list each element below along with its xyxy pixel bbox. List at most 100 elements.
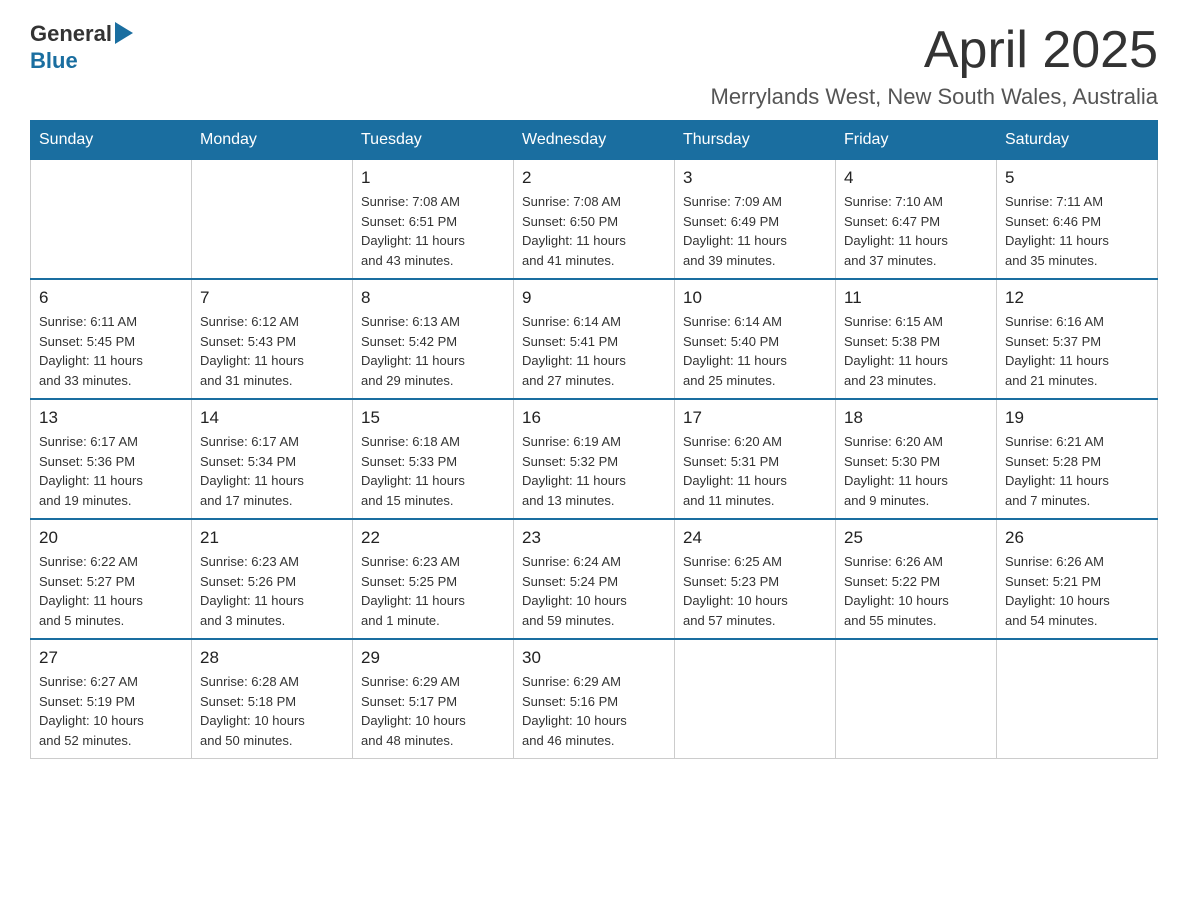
day-info: Sunrise: 7:08 AM Sunset: 6:50 PM Dayligh… — [522, 192, 666, 270]
day-info: Sunrise: 6:20 AM Sunset: 5:30 PM Dayligh… — [844, 432, 988, 510]
calendar-cell: 17 Sunrise: 6:20 AM Sunset: 5:31 PM Dayli… — [675, 399, 836, 519]
header-sunday: Sunday — [31, 121, 192, 160]
calendar-week-row: 20Sunrise: 6:22 AM Sunset: 5:27 PM Dayli… — [31, 519, 1158, 639]
calendar-cell: 1 Sunrise: 7:08 AM Sunset: 6:51 PM Daylig… — [353, 160, 514, 280]
day-info: Sunrise: 6:11 AM Sunset: 5:45 PM Dayligh… — [39, 312, 183, 390]
calendar-cell: 14 Sunrise: 6:17 AM Sunset: 5:34 PM Dayli… — [192, 399, 353, 519]
day-info: Sunrise: 6:25 AM Sunset: 5:23 PM Dayligh… — [683, 552, 827, 630]
calendar-cell: 22 Sunrise: 6:23 AM Sunset: 5:25 PM Dayli… — [353, 519, 514, 639]
day-number: 29 — [361, 648, 505, 668]
calendar-week-row: 13 Sunrise: 6:17 AM Sunset: 5:36 PM Dayli… — [31, 399, 1158, 519]
calendar-cell: 7 Sunrise: 6:12 AM Sunset: 5:43 PM Daylig… — [192, 279, 353, 399]
day-info: Sunrise: 6:26 AM Sunset: 5:21 PM Dayligh… — [1005, 552, 1149, 630]
calendar-week-row: 27 Sunrise: 6:27 AM Sunset: 5:19 PM Dayli… — [31, 639, 1158, 759]
day-info: Sunrise: 6:14 AM Sunset: 5:40 PM Dayligh… — [683, 312, 827, 390]
header-friday: Friday — [836, 121, 997, 160]
day-number: 25 — [844, 528, 988, 548]
day-number: 14 — [200, 408, 344, 428]
calendar-cell — [192, 160, 353, 280]
header-tuesday: Tuesday — [353, 121, 514, 160]
day-number: 24 — [683, 528, 827, 548]
logo-general: General — [30, 22, 112, 46]
day-number: 3 — [683, 168, 827, 188]
calendar-cell: 29 Sunrise: 6:29 AM Sunset: 5:17 PM Dayli… — [353, 639, 514, 759]
day-number: 12 — [1005, 288, 1149, 308]
day-info: Sunrise: 6:19 AM Sunset: 5:32 PM Dayligh… — [522, 432, 666, 510]
day-info: Sunrise: 6:17 AM Sunset: 5:34 PM Dayligh… — [200, 432, 344, 510]
calendar-cell: 12Sunrise: 6:16 AM Sunset: 5:37 PM Dayli… — [997, 279, 1158, 399]
day-info: Sunrise: 6:29 AM Sunset: 5:17 PM Dayligh… — [361, 672, 505, 750]
day-number: 16 — [522, 408, 666, 428]
calendar-cell — [31, 160, 192, 280]
calendar-cell: 13 Sunrise: 6:17 AM Sunset: 5:36 PM Dayli… — [31, 399, 192, 519]
calendar-header-row: SundayMondayTuesdayWednesdayThursdayFrid… — [31, 121, 1158, 160]
header: General Blue April 2025 Merrylands West,… — [30, 20, 1158, 110]
day-number: 9 — [522, 288, 666, 308]
calendar-cell: 20Sunrise: 6:22 AM Sunset: 5:27 PM Dayli… — [31, 519, 192, 639]
day-info: Sunrise: 6:21 AM Sunset: 5:28 PM Dayligh… — [1005, 432, 1149, 510]
day-info: Sunrise: 6:13 AM Sunset: 5:42 PM Dayligh… — [361, 312, 505, 390]
day-number: 23 — [522, 528, 666, 548]
day-info: Sunrise: 7:10 AM Sunset: 6:47 PM Dayligh… — [844, 192, 988, 270]
calendar-cell: 3 Sunrise: 7:09 AM Sunset: 6:49 PM Daylig… — [675, 160, 836, 280]
day-number: 30 — [522, 648, 666, 668]
calendar: SundayMondayTuesdayWednesdayThursdayFrid… — [30, 120, 1158, 759]
day-number: 28 — [200, 648, 344, 668]
day-info: Sunrise: 6:20 AM Sunset: 5:31 PM Dayligh… — [683, 432, 827, 510]
day-number: 22 — [361, 528, 505, 548]
calendar-cell: 5Sunrise: 7:11 AM Sunset: 6:46 PM Daylig… — [997, 160, 1158, 280]
day-info: Sunrise: 6:12 AM Sunset: 5:43 PM Dayligh… — [200, 312, 344, 390]
day-number: 6 — [39, 288, 183, 308]
calendar-cell: 18 Sunrise: 6:20 AM Sunset: 5:30 PM Dayli… — [836, 399, 997, 519]
day-number: 1 — [361, 168, 505, 188]
calendar-cell: 19Sunrise: 6:21 AM Sunset: 5:28 PM Dayli… — [997, 399, 1158, 519]
day-info: Sunrise: 6:28 AM Sunset: 5:18 PM Dayligh… — [200, 672, 344, 750]
calendar-cell: 6 Sunrise: 6:11 AM Sunset: 5:45 PM Daylig… — [31, 279, 192, 399]
day-info: Sunrise: 6:23 AM Sunset: 5:25 PM Dayligh… — [361, 552, 505, 630]
calendar-cell: 16 Sunrise: 6:19 AM Sunset: 5:32 PM Dayli… — [514, 399, 675, 519]
day-number: 17 — [683, 408, 827, 428]
logo: General Blue — [30, 20, 133, 73]
calendar-cell — [836, 639, 997, 759]
day-number: 13 — [39, 408, 183, 428]
calendar-cell: 9 Sunrise: 6:14 AM Sunset: 5:41 PM Daylig… — [514, 279, 675, 399]
calendar-cell: 30 Sunrise: 6:29 AM Sunset: 5:16 PM Dayli… — [514, 639, 675, 759]
day-number: 11 — [844, 288, 988, 308]
day-info: Sunrise: 6:17 AM Sunset: 5:36 PM Dayligh… — [39, 432, 183, 510]
day-number: 5 — [1005, 168, 1149, 188]
calendar-cell: 25 Sunrise: 6:26 AM Sunset: 5:22 PM Dayli… — [836, 519, 997, 639]
month-title: April 2025 — [711, 20, 1159, 80]
day-info: Sunrise: 6:27 AM Sunset: 5:19 PM Dayligh… — [39, 672, 183, 750]
header-wednesday: Wednesday — [514, 121, 675, 160]
calendar-cell: 8Sunrise: 6:13 AM Sunset: 5:42 PM Daylig… — [353, 279, 514, 399]
calendar-cell: 11Sunrise: 6:15 AM Sunset: 5:38 PM Dayli… — [836, 279, 997, 399]
logo-arrow-icon — [115, 22, 133, 44]
calendar-cell: 24 Sunrise: 6:25 AM Sunset: 5:23 PM Dayli… — [675, 519, 836, 639]
day-number: 26 — [1005, 528, 1149, 548]
calendar-cell — [997, 639, 1158, 759]
calendar-cell: 26 Sunrise: 6:26 AM Sunset: 5:21 PM Dayli… — [997, 519, 1158, 639]
day-number: 27 — [39, 648, 183, 668]
day-info: Sunrise: 6:29 AM Sunset: 5:16 PM Dayligh… — [522, 672, 666, 750]
day-info: Sunrise: 7:09 AM Sunset: 6:49 PM Dayligh… — [683, 192, 827, 270]
calendar-cell: 21Sunrise: 6:23 AM Sunset: 5:26 PM Dayli… — [192, 519, 353, 639]
calendar-cell: 4 Sunrise: 7:10 AM Sunset: 6:47 PM Daylig… — [836, 160, 997, 280]
header-monday: Monday — [192, 121, 353, 160]
header-saturday: Saturday — [997, 121, 1158, 160]
day-number: 15 — [361, 408, 505, 428]
logo-blue: Blue — [30, 49, 133, 73]
calendar-cell: 15 Sunrise: 6:18 AM Sunset: 5:33 PM Dayli… — [353, 399, 514, 519]
day-info: Sunrise: 6:23 AM Sunset: 5:26 PM Dayligh… — [200, 552, 344, 630]
day-number: 18 — [844, 408, 988, 428]
day-info: Sunrise: 6:26 AM Sunset: 5:22 PM Dayligh… — [844, 552, 988, 630]
title-area: April 2025 Merrylands West, New South Wa… — [711, 20, 1159, 110]
day-info: Sunrise: 6:18 AM Sunset: 5:33 PM Dayligh… — [361, 432, 505, 510]
day-number: 7 — [200, 288, 344, 308]
calendar-cell: 23Sunrise: 6:24 AM Sunset: 5:24 PM Dayli… — [514, 519, 675, 639]
day-info: Sunrise: 7:08 AM Sunset: 6:51 PM Dayligh… — [361, 192, 505, 270]
day-number: 4 — [844, 168, 988, 188]
calendar-cell: 27 Sunrise: 6:27 AM Sunset: 5:19 PM Dayli… — [31, 639, 192, 759]
calendar-week-row: 6 Sunrise: 6:11 AM Sunset: 5:45 PM Daylig… — [31, 279, 1158, 399]
day-info: Sunrise: 6:14 AM Sunset: 5:41 PM Dayligh… — [522, 312, 666, 390]
calendar-cell: 2Sunrise: 7:08 AM Sunset: 6:50 PM Daylig… — [514, 160, 675, 280]
